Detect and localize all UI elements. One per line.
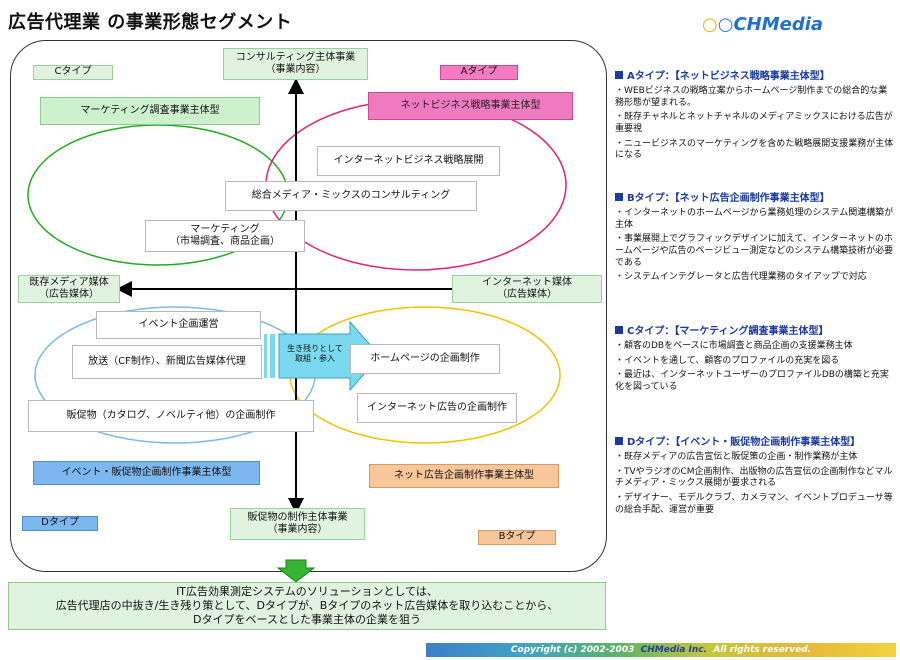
- promo-box: 販促物（カタログ、ノベルティ他）の企画制作: [28, 400, 314, 432]
- sidebar-a-heading-text: Aタイプ：【ネットビジネス戦略事業主体型】: [627, 71, 830, 82]
- homepage-box: ホームページの企画制作: [350, 344, 500, 374]
- footer-rights: All rights reserved.: [713, 645, 812, 655]
- d-type-bar: イベント・販促物企画制作事業主体型: [33, 461, 260, 485]
- sidebar-b-item: ・事業展開上でグラフィックデザインに加えて、インターネットのホームページや広告の…: [615, 234, 894, 268]
- sidebar-a-item: ・WEBビジネスの戦略立案からホームページ制作までの総合的な業務形態が望まれる。: [615, 86, 888, 108]
- sidebar-d-item: ・TVやラジオのCM企画制作、出版物の広告宣伝の企画制作などマルチメディア・ミッ…: [615, 466, 893, 489]
- conclusion-box: IT広告効果測定システムのソリューションとしては、 広告代理店の中抜き/生き残り…: [8, 582, 606, 630]
- sidebar-a-heading: Aタイプ：【ネットビジネス戦略事業主体型】: [615, 70, 895, 83]
- sidebar-d-item: ・デザイナー、モデルクラブ、カメラマン、イベントプロデューサ等の総合手配、運営が…: [615, 493, 893, 515]
- sidebar-c-item: ・最近は、インターネットユーザーのプロファイルDBの構築と充実化を図っている: [615, 370, 889, 393]
- bullet-square-icon: [615, 437, 623, 445]
- arrow-stripe-1: [264, 334, 267, 378]
- axis-top-label: コンサルティング主体事業 （事業内容）: [223, 48, 368, 80]
- sidebar-d-heading-text: Dタイプ：【イベント・販促物企画制作事業主体型】: [627, 437, 861, 448]
- sidebar-a-item: ・既存チャネルとネットチャネルのメディアミックスにおける広告が重要視: [615, 112, 893, 135]
- sidebar-d-heading: Dタイプ：【イベント・販促物企画制作事業主体型】: [615, 436, 895, 449]
- bullet-square-icon: [615, 193, 623, 201]
- sidebar-b-type: Bタイプ：【ネット広告企画制作事業主体型】 ・インターネットのホームページから業…: [615, 192, 895, 287]
- broadcast-box: 放送（CF制作）、新聞広告媒体代理: [72, 345, 262, 379]
- sidebar-c-item: ・イベントを通して、顧客のプロファイルの充実を図る: [615, 355, 840, 366]
- event-box: イベント企画運営: [96, 311, 261, 339]
- bullet-square-icon: [615, 326, 623, 334]
- footer-copyright: Copyright (c) 2002-2003: [510, 645, 635, 655]
- sidebar-a-item: ・ニュービジネスのマーケティングを含めた戦略展開支援業務が主体になる: [615, 138, 894, 161]
- axis-right-label: インターネット媒体 （広告媒体）: [452, 275, 602, 303]
- sidebar-c-heading-text: Cタイプ：【マーケティング調査事業主体型】: [627, 326, 829, 337]
- b-type-bar: ネット広告企画制作事業主体型: [369, 464, 559, 488]
- marketing-box: マーケティング （市場調査、商品企画）: [145, 220, 305, 252]
- sidebar-c-heading: Cタイプ：【マーケティング調査事業主体型】: [615, 325, 895, 338]
- consulting-box: 総合メディア・ミックスのコンサルティング: [225, 181, 477, 211]
- b-type-tag: Bタイプ: [478, 530, 556, 545]
- a-type-tag: Aタイプ: [440, 65, 518, 80]
- sidebar-b-item: ・インターネットのホームページから業務処理のシステム関連構築が主体: [615, 208, 894, 230]
- net-ad-box: インターネット広告の企画制作: [357, 393, 517, 423]
- sidebar-d-item: ・既存メディアの広告宣伝と販促策の企画・制作業務が主体: [615, 452, 858, 462]
- down-arrow: [276, 559, 316, 583]
- sidebar-d-type: Dタイプ：【イベント・販促物企画制作事業主体型】 ・既存メディアの広告宣伝と販促…: [615, 436, 895, 519]
- sidebar-c-item: ・顧客のDBをベースに市場調査と商品企画の支援業務主体: [615, 341, 853, 351]
- d-type-tag: Dタイプ: [22, 516, 98, 531]
- axis-bottom-label: 販促物の制作主体事業 （事業内容）: [230, 508, 365, 540]
- bullet-square-icon: [615, 71, 623, 79]
- footer-brand: CHMedia Inc.: [640, 645, 708, 655]
- sidebar-b-item: ・システムインテグレータと広告代理業務のタイアップで対応: [615, 272, 867, 283]
- arrow-label: 生き残りとして 取組・参入: [287, 344, 343, 363]
- footer-bar: Copyright (c) 2002-2003 CHMedia Inc. All…: [426, 643, 896, 657]
- internet-strategy-box: インターネットビジネス戦略展開: [317, 146, 500, 176]
- axis-left-label: 既存メディア媒体 （広告媒体）: [18, 275, 120, 303]
- sidebar-a-type: Aタイプ：【ネットビジネス戦略事業主体型】 ・WEBビジネスの戦略立案からホーム…: [615, 70, 895, 165]
- sidebar-b-heading-text: Bタイプ：【ネット広告企画制作事業主体型】: [627, 193, 830, 204]
- sidebar-c-type: Cタイプ：【マーケティング調査事業主体型】 ・顧客のDBをベースに市場調査と商品…: [615, 325, 895, 397]
- arrow-stripe-2: [270, 334, 275, 378]
- sidebar-b-heading: Bタイプ：【ネット広告企画制作事業主体型】: [615, 192, 895, 205]
- c-type-tag: Cタイプ: [33, 65, 113, 80]
- c-type-bar: マーケティング調査事業主体型: [40, 97, 260, 125]
- a-type-bar: ネットビジネス戦略事業主体型: [368, 92, 573, 120]
